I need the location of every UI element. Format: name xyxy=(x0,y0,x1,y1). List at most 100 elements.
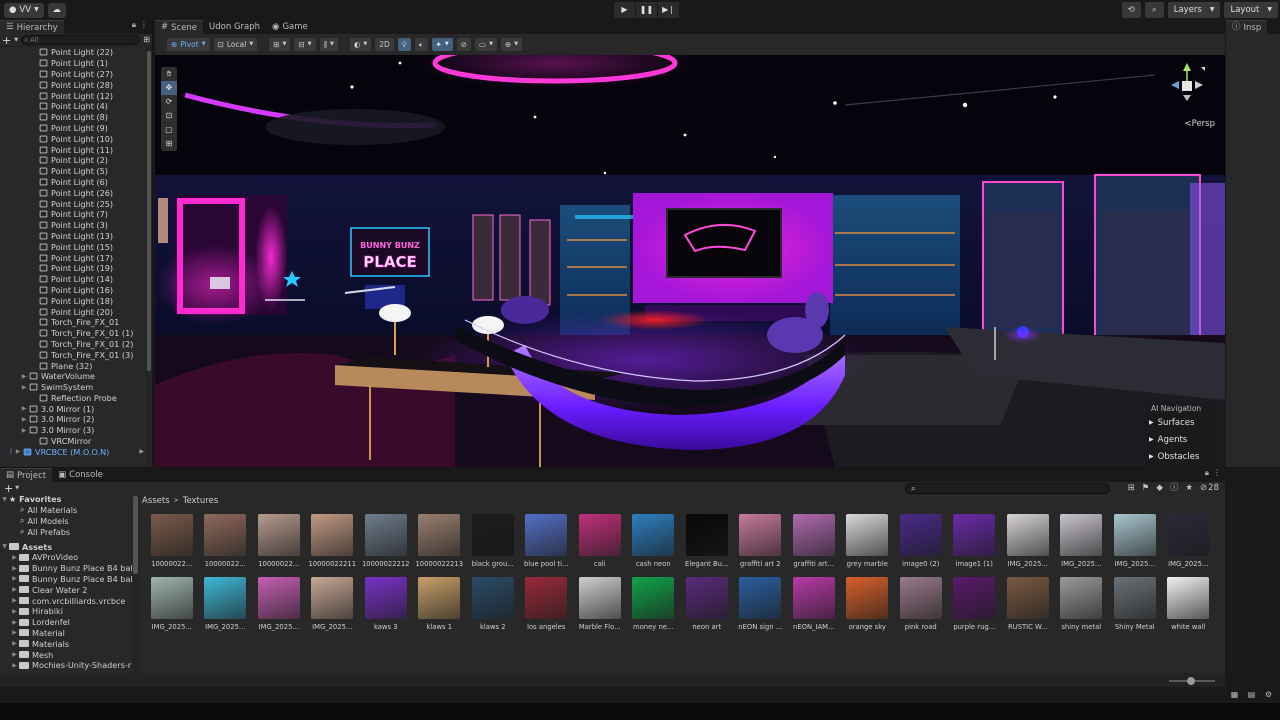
foldout-arrow-icon[interactable]: ▶ xyxy=(10,597,19,604)
add-icon[interactable]: + xyxy=(4,483,13,494)
asset-item[interactable]: 10000022212 xyxy=(359,514,413,572)
asset-item[interactable]: purple rug... xyxy=(948,577,1002,635)
hierarchy-item[interactable]: Point Light (27) xyxy=(30,69,152,80)
hierarchy-item[interactable]: Torch_Fire_FX_01 (3) xyxy=(30,349,152,360)
foldout-arrow-icon[interactable]: ▶ xyxy=(10,629,19,636)
network-icon[interactable]: ▦ xyxy=(1229,690,1240,701)
asset-item[interactable]: RUSTIC W... xyxy=(1001,577,1055,635)
scale-tool-icon[interactable]: ⊡ xyxy=(161,109,177,123)
tab-udon-graph[interactable]: Udon Graph xyxy=(203,20,267,34)
hand-tool-icon[interactable]: ✋︎ xyxy=(161,67,177,81)
hierarchy-item[interactable]: Point Light (13) xyxy=(30,231,152,242)
asset-item[interactable]: graffiti art... xyxy=(787,514,841,572)
foldout-arrow-icon[interactable]: ▶ xyxy=(10,586,19,593)
asset-item[interactable]: cash neon xyxy=(627,514,681,572)
foldout-arrow-icon[interactable]: ▶ xyxy=(10,651,19,658)
layers-dropdown[interactable]: Layers ▼ xyxy=(1167,2,1221,18)
hierarchy-item[interactable]: Point Light (26) xyxy=(30,187,152,198)
ai-nav-obstacles[interactable]: ▶ Obstacles xyxy=(1145,448,1219,465)
ai-nav-surfaces[interactable]: ▶ Surfaces xyxy=(1145,414,1219,431)
audio-toggle[interactable]: 🔈︎ xyxy=(415,38,428,51)
hierarchy-item[interactable]: Point Light (4) xyxy=(30,101,152,112)
asset-item[interactable]: klaws 1 xyxy=(413,577,467,635)
foldout-arrow-icon[interactable]: ▶ xyxy=(14,448,22,455)
asset-item[interactable]: klaws 2 xyxy=(466,577,520,635)
asset-item[interactable]: IMG_2025... xyxy=(145,577,199,635)
tab-game[interactable]: ◉ Game xyxy=(266,20,314,34)
pause-icon[interactable]: ❚❚ xyxy=(636,2,657,18)
tab-scene[interactable]: # Scene xyxy=(155,20,204,34)
folder-item[interactable]: ▶ Mochies-Unity-Shaders-r xyxy=(0,660,138,671)
search-icon[interactable]: ⌕ xyxy=(1144,2,1164,18)
lock-icon[interactable]: 🔒︎ xyxy=(132,21,136,29)
asset-item[interactable]: black grou... xyxy=(466,514,520,572)
asset-item[interactable]: neon art xyxy=(680,577,734,635)
scene-viewport[interactable]: BUNNY BUNZ PLACE ✋︎ ✥ ⟳ ⊡ ▢ ⊞ <Persp AI … xyxy=(155,55,1225,467)
asset-item[interactable]: grey marble xyxy=(841,514,895,572)
asset-item[interactable]: image0 (2) xyxy=(894,514,948,572)
hierarchy-item[interactable]: Torch_Fire_FX_01 (2) xyxy=(30,339,152,350)
asset-item[interactable]: image1 (1) xyxy=(948,514,1002,572)
favorites-item[interactable]: ⌕ All Prefabs xyxy=(0,526,138,537)
folder-item[interactable]: ▶ Material xyxy=(0,628,138,639)
hierarchy-item[interactable]: Point Light (20) xyxy=(30,306,152,317)
hierarchy-search-input[interactable]: ⌕ All xyxy=(21,35,141,45)
camera-settings-button[interactable]: ▭ ▼ xyxy=(474,38,497,51)
foldout-arrow-icon[interactable]: ▶ xyxy=(20,416,28,423)
ai-nav-agents[interactable]: ▶ Agents xyxy=(1145,431,1219,448)
folder-item[interactable]: ▶ Lordenfel xyxy=(0,617,138,628)
asset-item[interactable]: IMG_2025... xyxy=(1001,514,1055,572)
asset-item[interactable]: 10000022... xyxy=(145,514,199,572)
transform-tool-icon[interactable]: ⊞ xyxy=(161,137,177,151)
asset-item[interactable]: orange sky xyxy=(841,577,895,635)
hierarchy-item[interactable]: ▶ 3.0 Mirror (2) xyxy=(20,414,152,425)
asset-item[interactable]: graffiti art 2 xyxy=(734,514,788,572)
search-scene-icon[interactable]: ⊞ xyxy=(1128,484,1135,493)
asset-item[interactable]: 10000022... xyxy=(252,514,306,572)
asset-item[interactable]: Marble Flo... xyxy=(573,577,627,635)
foldout-arrow-icon[interactable]: ▶ xyxy=(10,619,19,626)
foldout-arrow-icon[interactable]: ▶ xyxy=(10,565,19,572)
asset-item[interactable]: Shiny Metal xyxy=(1108,577,1162,635)
hierarchy-item[interactable]: Point Light (16) xyxy=(30,285,152,296)
kebab-menu-icon[interactable]: ⋮ xyxy=(140,21,148,29)
hierarchy-item[interactable]: Torch_Fire_FX_01 xyxy=(30,317,152,328)
folder-item[interactable]: ▶ com.vrcbilliards.vrcbce xyxy=(0,595,138,606)
chevron-down-icon[interactable]: ▼ xyxy=(14,37,18,43)
2d-toggle[interactable]: 2D xyxy=(375,38,394,51)
hierarchy-item[interactable]: Point Light (12) xyxy=(30,90,152,101)
hierarchy-item[interactable]: Point Light (15) xyxy=(30,241,152,252)
asset-item[interactable]: los angeles xyxy=(520,577,574,635)
projection-label[interactable]: <Persp xyxy=(1185,119,1216,129)
hierarchy-item[interactable]: Point Light (14) xyxy=(30,274,152,285)
hierarchy-item[interactable]: Plane (32) xyxy=(30,360,152,371)
asset-item[interactable]: 10000022... xyxy=(199,514,253,572)
shading-mode-button[interactable]: ◐ ▼ xyxy=(349,38,372,51)
tab-project[interactable]: ▤ Project xyxy=(0,468,53,482)
hierarchy-item[interactable]: Point Light (22) xyxy=(30,47,152,58)
favorites-item[interactable]: ⌕ All Materials xyxy=(0,505,138,516)
hierarchy-item[interactable]: Point Light (28) xyxy=(30,79,152,90)
hierarchy-item[interactable]: Point Light (3) xyxy=(30,220,152,231)
hierarchy-item[interactable]: ▶ WaterVolume xyxy=(20,371,152,382)
scene-filter-icon[interactable]: ⊞ xyxy=(143,36,150,44)
hierarchy-item[interactable]: Point Light (10) xyxy=(30,133,152,144)
breadcrumb-textures[interactable]: Textures xyxy=(183,496,219,506)
tab-inspector[interactable]: ⓘ Insp xyxy=(1226,20,1268,34)
asset-item[interactable]: IMG_2025... xyxy=(252,577,306,635)
folder-item[interactable]: ▶ AVProVideo xyxy=(0,552,138,563)
asset-item[interactable]: money ne... xyxy=(627,577,681,635)
asset-item[interactable]: shiny metal xyxy=(1055,577,1109,635)
foldout-arrow-icon[interactable]: ▶ xyxy=(10,640,19,647)
asset-item[interactable]: cali xyxy=(573,514,627,572)
asset-item[interactable]: IMG_2025... xyxy=(306,577,360,635)
hierarchy-scrollbar[interactable] xyxy=(146,47,152,467)
foldout-arrow-icon[interactable]: ▶ xyxy=(10,662,19,669)
asset-item[interactable]: pink road xyxy=(894,577,948,635)
favorites-header[interactable]: ▼ ★ Favorites xyxy=(0,494,138,505)
info-icon[interactable]: ⓘ xyxy=(1170,484,1179,493)
foldout-arrow-icon[interactable]: ▶ xyxy=(10,575,19,582)
hierarchy-item[interactable]: | ▶ VRCBCE (M.O.O.N) ▶ xyxy=(10,446,152,457)
project-search-input[interactable]: ⌕ xyxy=(905,483,1110,494)
asset-item[interactable]: 10000022211 xyxy=(306,514,360,572)
